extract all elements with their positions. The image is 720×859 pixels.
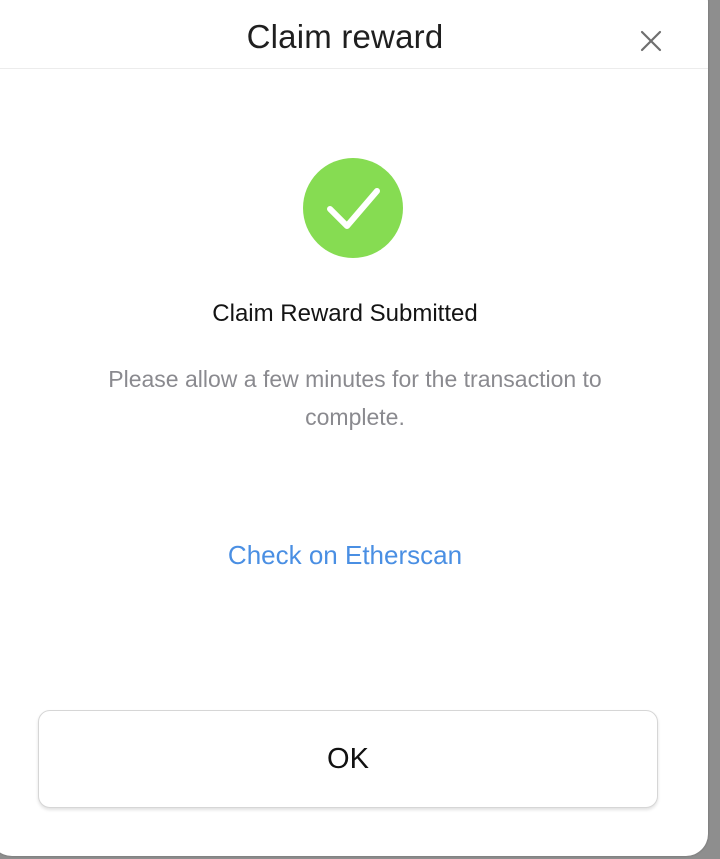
close-icon[interactable] <box>638 28 664 54</box>
etherscan-link[interactable]: Check on Etherscan <box>0 540 690 571</box>
ok-button[interactable]: OK <box>38 710 658 808</box>
status-message: Please allow a few minutes for the trans… <box>108 366 602 430</box>
modal-header: Claim reward <box>0 0 708 69</box>
modal-title: Claim reward <box>246 18 444 55</box>
check-circle-icon <box>303 158 403 258</box>
claim-reward-modal: Claim reward Claim Reward Submitted Plea… <box>0 0 708 856</box>
status-heading: Claim Reward Submitted <box>212 300 478 327</box>
